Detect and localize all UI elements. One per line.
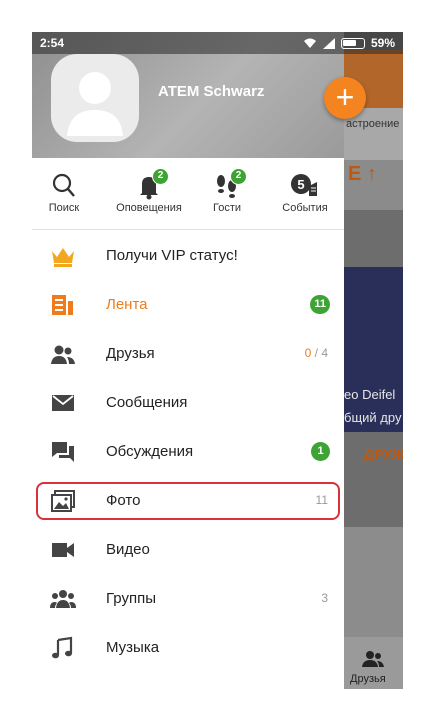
signal-icon	[322, 37, 335, 49]
menu-item-video[interactable]: Видео	[32, 526, 344, 575]
video-icon	[52, 543, 74, 557]
menu-item-music[interactable]: Музыка	[32, 624, 344, 673]
menu-item-label: Музыка	[106, 639, 160, 656]
background-app: астроение Е ↑ eo Deifel бщий дру ДРУЖ Др…	[344, 32, 403, 689]
avatar[interactable]	[51, 54, 139, 142]
menu-item-label: Сообщения	[106, 394, 188, 411]
background-photo	[344, 267, 403, 432]
background-card-text: Е ↑	[348, 163, 377, 185]
quick-actions: Поиск 2 Оповещения 2 Гости 5 События	[32, 158, 344, 230]
phone-screen: астроение Е ↑ eo Deifel бщий дру ДРУЖ Др…	[32, 32, 403, 689]
add-fab-button[interactable]: +	[324, 77, 366, 119]
menu-item-messages[interactable]: Сообщения	[32, 379, 344, 428]
profile-name[interactable]: ATEM Schwarz	[158, 83, 264, 100]
menu-item-label: Получи VIP статус!	[106, 247, 238, 264]
envelope-icon	[52, 395, 74, 411]
friends-icon	[51, 345, 75, 364]
discussions-badge: 1	[311, 442, 330, 461]
status-indicators: 59%	[303, 36, 395, 50]
battery-icon	[340, 37, 365, 49]
menu-item-label: Группы	[106, 590, 156, 607]
background-photo-text: eo Deifel	[344, 387, 396, 402]
menu-item-label: Обсуждения	[106, 443, 194, 460]
background-bottom-nav-label: Друзья	[350, 673, 386, 685]
events-icon: 5	[289, 172, 321, 200]
quick-action-events[interactable]: 5 События	[270, 172, 340, 214]
quick-action-label: События	[282, 202, 328, 214]
menu-item-label: Видео	[106, 541, 150, 558]
music-icon	[52, 636, 73, 659]
menu-item-vip[interactable]: Получи VIP статус!	[32, 232, 344, 281]
drawer-menu: Получи VIP статус! Лента 11 Друзья 0 / 4…	[32, 232, 344, 673]
menu-item-groups[interactable]: Группы 3	[32, 575, 344, 624]
status-time: 2:54	[40, 36, 65, 50]
groups-icon	[50, 590, 76, 608]
menu-item-label: Лента	[106, 296, 148, 313]
menu-item-friends[interactable]: Друзья 0 / 4	[32, 330, 344, 379]
background-friend-button: ДРУЖ	[364, 446, 403, 462]
quick-action-label: Гости	[212, 202, 242, 214]
guests-badge: 2	[230, 168, 247, 185]
groups-count: 3	[321, 591, 328, 605]
photo-highlight-box	[36, 482, 340, 520]
discussions-icon	[52, 442, 74, 462]
feed-icon	[52, 295, 73, 315]
screenshot-frame: астроение Е ↑ eo Deifel бщий дру ДРУЖ Др…	[0, 0, 434, 722]
menu-item-label: Друзья	[106, 345, 155, 362]
user-placeholder-icon	[67, 72, 123, 136]
background-status-text: астроение	[346, 118, 400, 130]
quick-action-search[interactable]: Поиск	[32, 172, 99, 214]
background-card-lower	[344, 527, 403, 637]
crown-icon	[52, 248, 74, 267]
bell-icon: 2	[133, 168, 169, 200]
battery-percent: 59%	[370, 36, 395, 50]
friends-count: 0 / 4	[305, 346, 328, 360]
notifications-badge: 2	[152, 168, 169, 185]
search-icon	[48, 172, 80, 200]
navigation-drawer: ATEM Schwarz Поиск 2 Оповещения 2 Гости …	[32, 32, 344, 689]
quick-action-label: Поиск	[48, 202, 80, 214]
quick-action-notifications[interactable]: 2 Оповещения	[114, 168, 184, 214]
quick-action-guests[interactable]: 2 Гости	[192, 168, 262, 214]
menu-item-discussions[interactable]: Обсуждения 1	[32, 428, 344, 477]
footprints-icon: 2	[211, 168, 247, 200]
menu-item-feed[interactable]: Лента 11	[32, 281, 344, 330]
friends-nav-icon	[362, 651, 384, 667]
wifi-icon	[303, 38, 316, 48]
background-photo-subtext: бщий дру	[344, 410, 402, 425]
svg-text:5: 5	[297, 177, 304, 192]
friends-online-count: 0	[304, 346, 312, 360]
feed-badge: 11	[310, 295, 330, 314]
friends-total-count: / 4	[314, 346, 328, 360]
quick-action-label: Оповещения	[116, 202, 182, 214]
status-bar: 2:54 59%	[32, 32, 403, 54]
